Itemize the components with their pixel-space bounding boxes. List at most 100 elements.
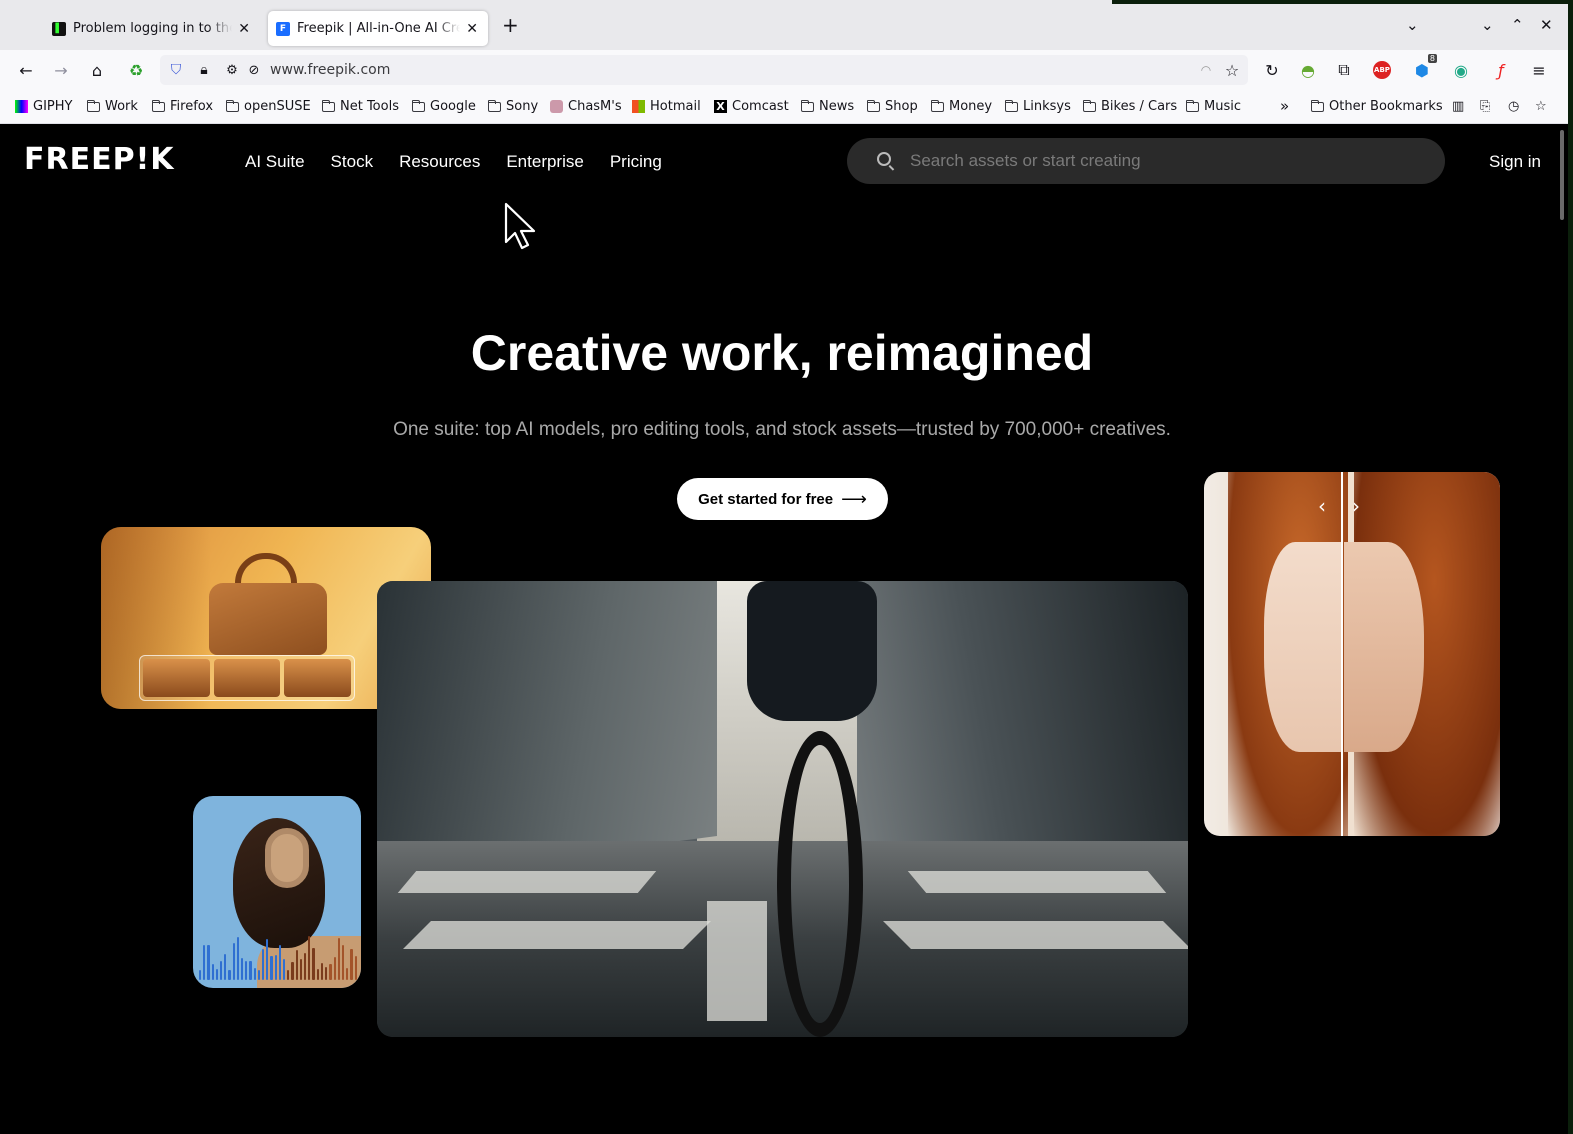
- sign-in-link[interactable]: Sign in: [1489, 152, 1541, 172]
- compare-slider-handle[interactable]: [1341, 472, 1343, 836]
- folder-icon: [1082, 99, 1096, 112]
- bookmark-label: GIPHY: [33, 99, 73, 114]
- bookmark-shop[interactable]: Shop: [866, 99, 918, 114]
- extension-icon[interactable]: ◓: [1296, 58, 1320, 82]
- cta-label: Get started for free: [698, 490, 834, 508]
- cyclist-video-card[interactable]: [377, 581, 1188, 1037]
- bookmark-giphy[interactable]: GIPHY: [15, 99, 72, 114]
- portrait-compare-card[interactable]: ‹ ›: [1204, 472, 1500, 836]
- bookmark-label: Bikes / Cars: [1101, 99, 1178, 114]
- reload-icon[interactable]: ↻: [1260, 58, 1284, 82]
- bookmark-chasms[interactable]: ChasM's: [550, 99, 622, 114]
- bookmark-star-icon[interactable]: ☆: [1220, 58, 1244, 82]
- site-icon: [550, 100, 563, 113]
- bookmark-hotmail[interactable]: Hotmail: [632, 99, 701, 114]
- folder-icon: [866, 99, 880, 112]
- waveform-bar: [283, 958, 286, 980]
- waveform-bar: [253, 967, 256, 980]
- freepik-logo[interactable]: FREEP!K: [24, 142, 175, 177]
- list-tabs-icon[interactable]: ⌄: [1406, 16, 1419, 34]
- flash-extension-icon[interactable]: ƒ: [1489, 58, 1513, 82]
- close-window-icon[interactable]: ✕: [1540, 16, 1553, 34]
- extension-recycle-icon[interactable]: ♻: [124, 58, 148, 82]
- arrow-right-icon: ⟶: [841, 488, 867, 509]
- tab-freepik[interactable]: F Freepik | All-in-One AI Crea ✕: [268, 11, 488, 46]
- chevron-left-icon[interactable]: ‹: [1318, 494, 1326, 518]
- extensions-puzzle-icon[interactable]: ⧉: [1332, 58, 1356, 82]
- url-bar[interactable]: ⛉ 🔒︎ ⚙ ⊘ www.freepik.com ◠ ☆: [160, 55, 1248, 85]
- crosswalk-stripe: [707, 901, 767, 1021]
- close-tab-icon[interactable]: ✕: [466, 21, 478, 37]
- adblock-icon[interactable]: ABP: [1370, 58, 1394, 82]
- extension-circle-icon[interactable]: ◉: [1449, 58, 1473, 82]
- waveform-bar: [245, 960, 248, 980]
- nav-pricing[interactable]: Pricing: [610, 152, 662, 172]
- bookmark-label: Shop: [885, 99, 918, 114]
- bookmark-opensuse[interactable]: openSUSE: [225, 99, 311, 114]
- bookmark-label: Music: [1204, 99, 1241, 114]
- back-icon[interactable]: ←: [14, 58, 38, 82]
- giphy-icon: [15, 100, 28, 113]
- maximize-icon[interactable]: ⌃: [1511, 16, 1524, 34]
- forward-icon[interactable]: →: [49, 58, 73, 82]
- waveform-bar: [207, 945, 210, 980]
- waveform-bar: [266, 938, 269, 980]
- search-input[interactable]: Search assets or start creating: [910, 151, 1141, 171]
- menu-icon[interactable]: ≡: [1527, 58, 1551, 82]
- page-scrollbar[interactable]: [1558, 124, 1568, 1130]
- bookmark-linksys[interactable]: Linksys: [1004, 99, 1071, 114]
- bookmark-comcast[interactable]: X Comcast: [714, 99, 789, 114]
- bookmark-news[interactable]: News: [800, 99, 854, 114]
- tracking-off-icon[interactable]: ⊘: [242, 58, 266, 82]
- bookmark-music[interactable]: Music: [1185, 99, 1241, 114]
- permissions-icon[interactable]: ⚙: [220, 58, 244, 82]
- headphones-icon: [265, 828, 309, 888]
- bookmarks-overflow-icon[interactable]: »: [1280, 97, 1289, 115]
- waveform-bar: [278, 944, 282, 980]
- chevron-right-icon[interactable]: ›: [1352, 494, 1360, 518]
- folder-icon: [321, 99, 335, 112]
- new-tab-button[interactable]: +: [502, 13, 519, 37]
- folder-icon: [1310, 99, 1324, 112]
- bookmark-label: Hotmail: [650, 99, 701, 114]
- bookmark-work[interactable]: Work: [86, 99, 138, 114]
- bookmark-firefox[interactable]: Firefox: [151, 99, 213, 114]
- bookmark-google[interactable]: Google: [411, 99, 476, 114]
- bookmark-label: Comcast: [732, 99, 789, 114]
- sidebar-icon[interactable]: ▥: [1452, 99, 1464, 114]
- hero-subheadline: One suite: top AI models, pro editing to…: [393, 419, 1171, 440]
- bookmark-label: Other Bookmarks: [1329, 99, 1443, 114]
- bookmark-other[interactable]: Other Bookmarks: [1310, 99, 1443, 114]
- url-text[interactable]: www.freepik.com: [270, 62, 390, 78]
- headphones-image-card[interactable]: [193, 796, 361, 988]
- site-favicon-icon: ▌: [52, 21, 66, 36]
- buildings-left: [377, 581, 717, 881]
- bookmark-sony[interactable]: Sony: [487, 99, 538, 114]
- search-bar[interactable]: Search assets or start creating: [847, 138, 1445, 184]
- waveform-bar: [215, 968, 219, 980]
- reader-icon[interactable]: ◠: [1194, 58, 1218, 82]
- cyclist: [747, 581, 877, 721]
- lock-icon[interactable]: 🔒︎: [192, 58, 216, 82]
- nav-enterprise[interactable]: Enterprise: [506, 152, 583, 172]
- get-started-button[interactable]: Get started for free ⟶: [677, 478, 888, 520]
- nav-stock[interactable]: Stock: [331, 152, 374, 172]
- handbag-image: [209, 583, 327, 655]
- nav-ai-suite[interactable]: AI Suite: [245, 152, 305, 172]
- extension-badge-icon[interactable]: ⬢ 8: [1410, 54, 1437, 82]
- bookmark-money[interactable]: Money: [930, 99, 992, 114]
- waveform-bar: [350, 948, 353, 980]
- minimize-icon[interactable]: ⌄: [1481, 16, 1494, 34]
- scrollbar-thumb[interactable]: [1560, 130, 1564, 220]
- nav-resources[interactable]: Resources: [399, 152, 480, 172]
- tracking-shield-icon[interactable]: ⛉: [164, 58, 188, 82]
- waveform-bar: [299, 958, 303, 980]
- bookmark-manager-icon[interactable]: ☆: [1535, 99, 1547, 114]
- bookmark-net-tools[interactable]: Net Tools: [321, 99, 399, 114]
- close-tab-icon[interactable]: ✕: [238, 21, 250, 37]
- screenshot-icon[interactable]: ⎘: [1480, 99, 1490, 114]
- bookmark-bikes-cars[interactable]: Bikes / Cars: [1082, 99, 1178, 114]
- tab-problem-logging[interactable]: ▌ Problem logging in to the s ✕: [44, 11, 260, 46]
- history-icon[interactable]: ◷: [1508, 99, 1519, 114]
- home-icon[interactable]: ⌂: [85, 58, 109, 82]
